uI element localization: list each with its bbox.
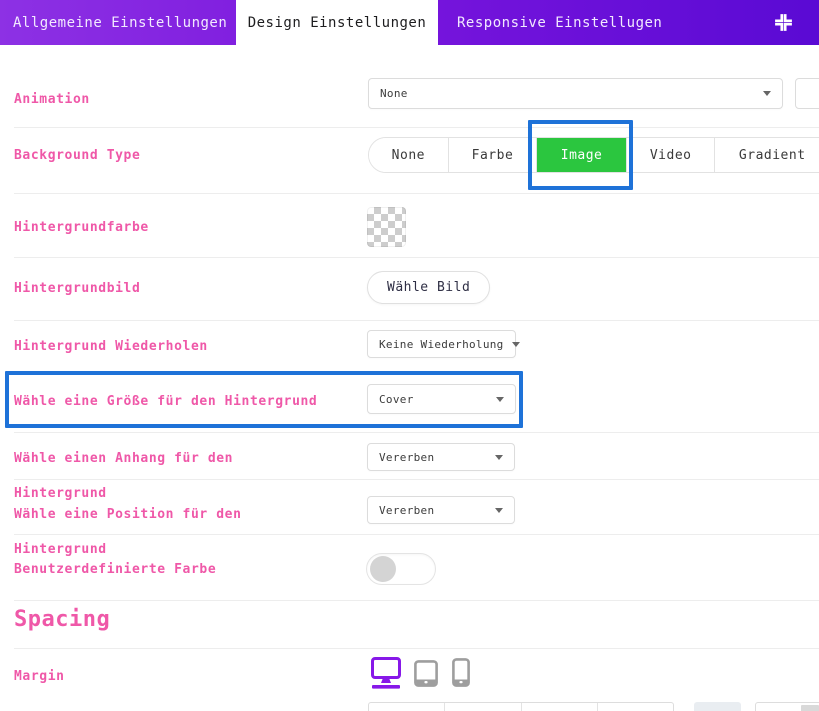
bg-type-image-button[interactable]: Image xyxy=(536,138,626,172)
divider xyxy=(14,600,819,601)
background-image-label: Hintergrundbild xyxy=(14,281,140,296)
background-attachment-select[interactable]: Vererben xyxy=(367,443,515,471)
background-repeat-label: Hintergrund Wiederholen xyxy=(14,339,208,354)
background-position-select[interactable]: Vererben xyxy=(367,496,515,524)
margin-dimension-inputs xyxy=(368,702,674,711)
background-repeat-select[interactable]: Keine Wiederholung xyxy=(367,330,516,358)
background-repeat-value: Keine Wiederholung xyxy=(379,338,504,351)
compress-icon[interactable] xyxy=(771,10,795,34)
tablet-icon[interactable] xyxy=(414,660,438,691)
background-size-value: Cover xyxy=(379,393,414,406)
background-size-label: Wähle eine Größe für den Hintergrund xyxy=(14,394,317,409)
background-position-label-line2: Hintergrund xyxy=(14,542,107,557)
margin-unit-input[interactable] xyxy=(755,702,819,711)
background-type-group: None Farbe Image Video Gradient xyxy=(368,137,819,173)
margin-bottom-input[interactable] xyxy=(521,703,597,711)
mobile-icon[interactable] xyxy=(452,658,470,691)
bg-type-farbe-button[interactable]: Farbe xyxy=(448,138,537,172)
margin-top-input[interactable] xyxy=(369,703,444,711)
tab-allgemeine-einstellungen[interactable]: Allgemeine Einstellungen xyxy=(0,0,234,45)
desktop-icon[interactable] xyxy=(371,657,401,694)
divider xyxy=(14,534,819,535)
background-attachment-label-line2: Hintergrund xyxy=(14,486,107,501)
stepper-handle[interactable] xyxy=(801,705,819,711)
background-type-label: Background Type xyxy=(14,148,140,163)
divider xyxy=(14,648,819,649)
bg-type-video-button[interactable]: Video xyxy=(626,138,715,172)
tab-bar: Allgemeine Einstellungen Design Einstell… xyxy=(0,0,819,45)
background-size-select[interactable]: Cover xyxy=(367,384,516,414)
settings-panel: Allgemeine Einstellungen Design Einstell… xyxy=(0,0,819,711)
background-attachment-value: Vererben xyxy=(379,451,434,464)
animation-value: None xyxy=(380,87,408,100)
margin-label: Margin xyxy=(14,669,65,684)
animation-select[interactable]: None xyxy=(368,78,783,109)
bg-type-gradient-button[interactable]: Gradient xyxy=(714,138,819,172)
tab-design-einstellungen[interactable]: Design Einstellungen xyxy=(236,0,438,45)
bg-type-none-button[interactable]: None xyxy=(369,138,448,172)
divider xyxy=(14,432,819,433)
divider xyxy=(14,320,819,321)
caret-down-icon xyxy=(763,91,771,96)
divider xyxy=(14,257,819,258)
animation-label: Animation xyxy=(14,92,90,107)
tab-responsive-einstellungen[interactable]: Responsive Einstellugen xyxy=(440,0,740,45)
background-color-label: Hintergrundfarbe xyxy=(14,220,149,235)
caret-down-icon xyxy=(495,455,503,460)
spacing-heading: Spacing xyxy=(14,607,110,632)
divider xyxy=(14,479,819,480)
custom-color-toggle[interactable] xyxy=(366,553,436,585)
background-position-value: Vererben xyxy=(379,504,434,517)
caret-down-icon xyxy=(496,397,504,402)
margin-left-input[interactable] xyxy=(597,703,673,711)
caret-down-icon xyxy=(495,508,503,513)
caret-down-icon xyxy=(512,342,520,347)
background-color-swatch[interactable] xyxy=(367,207,406,247)
custom-color-label: Benutzerdefinierte Farbe xyxy=(14,562,216,577)
margin-right-input[interactable] xyxy=(444,703,520,711)
background-attachment-label-line1: Wähle einen Anhang für den xyxy=(14,451,233,466)
toggle-knob xyxy=(370,556,396,582)
animation-extra-control[interactable] xyxy=(795,78,819,109)
link-values-button[interactable] xyxy=(694,702,741,711)
divider xyxy=(14,127,819,128)
background-position-label-line1: Wähle eine Position für den xyxy=(14,507,242,522)
divider xyxy=(14,193,819,194)
choose-image-button[interactable]: Wähle Bild xyxy=(367,271,490,304)
